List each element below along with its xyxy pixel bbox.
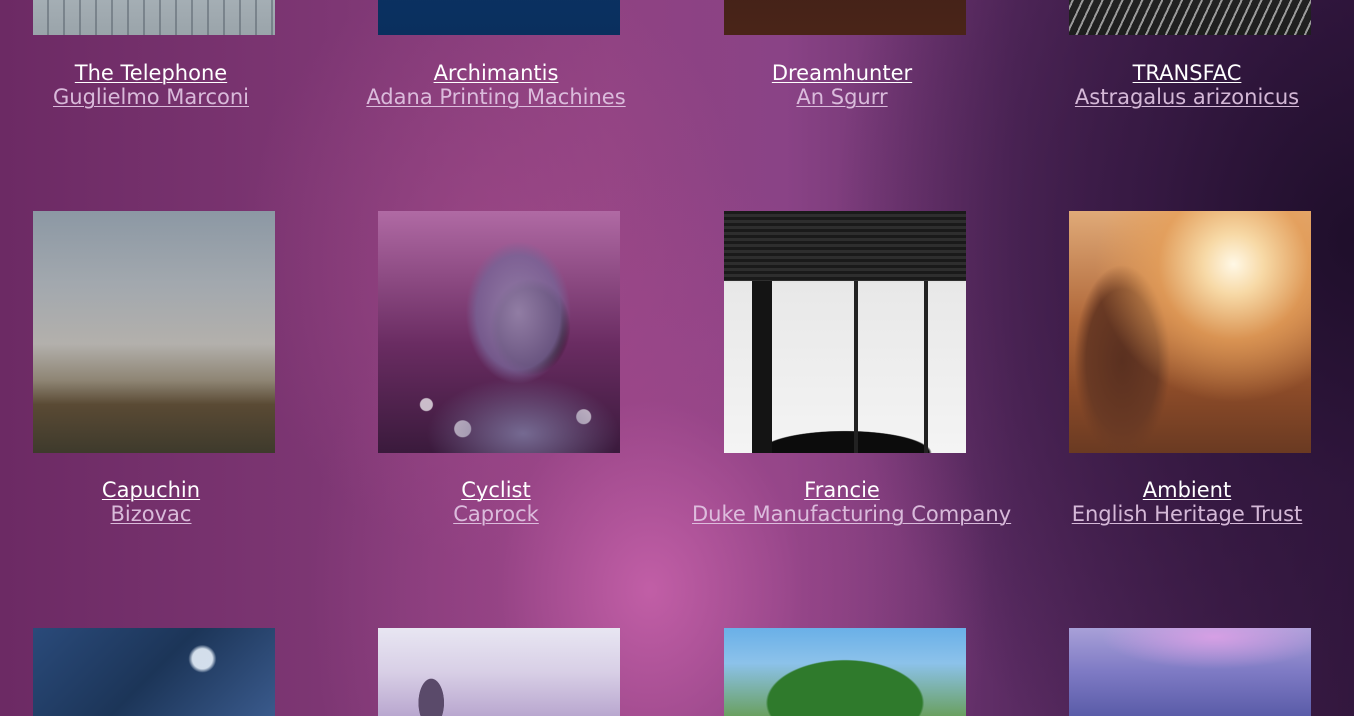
item-subtitle-link[interactable]: Bizovac	[1, 502, 301, 526]
item-subtitle-link[interactable]: Duke Manufacturing Company	[692, 502, 1011, 526]
item-thumbnail-row3-4[interactable]	[1069, 628, 1311, 716]
grid-item-cyclist: Cyclist Caprock	[346, 478, 646, 526]
item-title-link[interactable]: Dreamhunter	[692, 61, 992, 85]
grid-item-the-telephone: The Telephone Guglielmo Marconi	[1, 61, 301, 109]
grid-item-capuchin: Capuchin Bizovac	[1, 478, 301, 526]
item-thumbnail-row3-2[interactable]	[378, 628, 620, 716]
item-title-link[interactable]: Ambient	[1037, 478, 1337, 502]
item-subtitle-link[interactable]: English Heritage Trust	[1037, 502, 1337, 526]
item-thumbnail-dreamhunter[interactable]	[724, 0, 966, 35]
item-thumbnail-francie[interactable]	[724, 211, 966, 453]
grid-item-archimantis: Archimantis Adana Printing Machines	[346, 61, 646, 109]
grid-item-francie: Francie Duke Manufacturing Company	[692, 478, 1011, 526]
item-thumbnail-transfac[interactable]	[1069, 0, 1311, 35]
item-thumbnail-archimantis[interactable]	[378, 0, 620, 35]
item-title-link[interactable]: Cyclist	[346, 478, 646, 502]
grid-item-dreamhunter: Dreamhunter An Sgurr	[692, 61, 992, 109]
grid-item-ambient: Ambient English Heritage Trust	[1037, 478, 1337, 526]
item-title-link[interactable]: Francie	[692, 478, 992, 502]
item-subtitle-link[interactable]: Guglielmo Marconi	[1, 85, 301, 109]
item-thumbnail-capuchin[interactable]	[33, 211, 275, 453]
item-thumbnail-the-telephone[interactable]	[33, 0, 275, 35]
item-thumbnail-cyclist[interactable]	[378, 211, 620, 453]
item-subtitle-link[interactable]: Astragalus arizonicus	[1037, 85, 1337, 109]
item-subtitle-link[interactable]: An Sgurr	[692, 85, 992, 109]
item-title-link[interactable]: The Telephone	[1, 61, 301, 85]
grid-item-transfac: TRANSFAC Astragalus arizonicus	[1037, 61, 1337, 109]
item-subtitle-link[interactable]: Adana Printing Machines	[346, 85, 646, 109]
item-thumbnail-row3-1[interactable]	[33, 628, 275, 716]
item-subtitle-link[interactable]: Caprock	[346, 502, 646, 526]
item-title-link[interactable]: Capuchin	[1, 478, 301, 502]
item-title-link[interactable]: TRANSFAC	[1037, 61, 1337, 85]
item-title-link[interactable]: Archimantis	[346, 61, 646, 85]
item-thumbnail-row3-3[interactable]	[724, 628, 966, 716]
item-thumbnail-ambient[interactable]	[1069, 211, 1311, 453]
